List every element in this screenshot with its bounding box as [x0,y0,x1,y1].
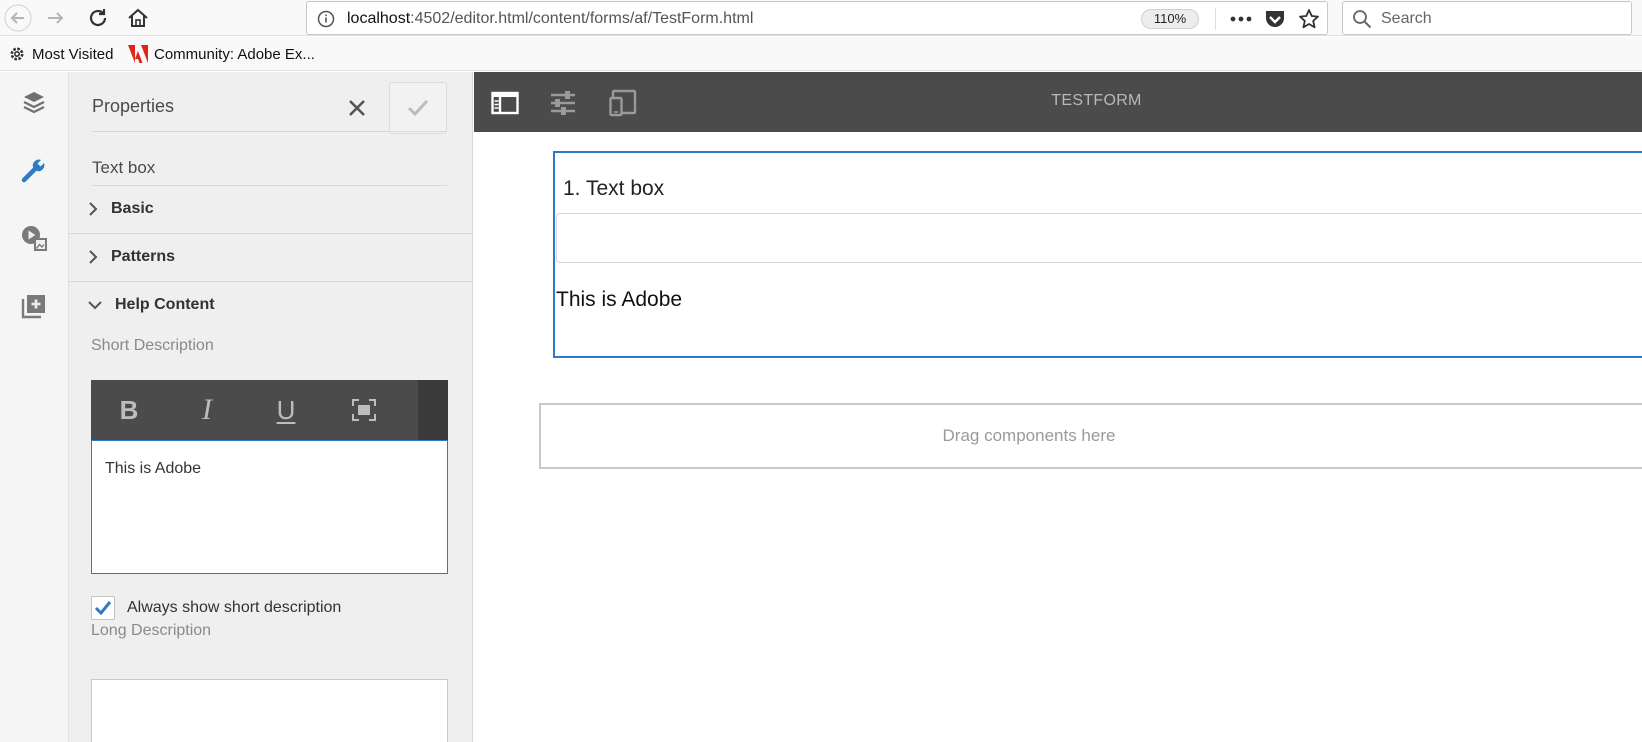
info-icon[interactable] [317,10,335,28]
selected-component-name: Text box [92,158,156,177]
selected-text-box-component[interactable]: 1. Text box This is Adobe [553,151,1642,358]
layers-icon [23,92,45,114]
rich-text-toolbar: B I U [91,380,448,440]
form-title: TESTFORM [1051,92,1142,109]
accordion-basic[interactable]: Basic [87,195,154,223]
bookmarks-bar: Most Visited Community: Adobe Ex... [0,37,1642,71]
forward-button[interactable] [42,4,70,32]
home-icon [128,8,148,27]
reload-button[interactable] [84,4,112,32]
close-icon [349,100,365,116]
add-component-icon [21,295,45,319]
bold-button[interactable]: B [109,392,149,428]
divider [92,185,447,186]
bookmark-star-button[interactable] [1297,7,1321,31]
pocket-icon [1266,11,1284,27]
browser-search-box[interactable] [1342,1,1632,35]
bookmark-adobe-community[interactable]: Community: Adobe Ex... [128,45,315,63]
accordion-label: Help Content [115,296,215,313]
fullscreen-icon [352,399,376,421]
underline-button[interactable]: U [266,392,306,428]
panel-title: Properties [92,96,175,116]
properties-button[interactable] [18,154,50,186]
text-box-input[interactable] [556,213,1642,263]
back-arrow-icon [4,4,32,32]
back-button[interactable] [4,4,32,32]
checkmark-icon [407,99,429,117]
short-description-label: Short Description [91,337,214,354]
italic-button[interactable]: I [187,392,227,428]
search-icon [1353,10,1372,29]
gear-icon [10,47,24,61]
adobe-logo-icon [128,45,148,63]
content-tree-button[interactable] [18,86,50,118]
accordion-label: Basic [111,200,154,217]
long-description-editor[interactable] [91,679,448,742]
chevron-right-icon [89,202,98,216]
browser-toolbar: localhost:4502/editor.html/content/forms… [0,0,1642,36]
side-rail [0,72,69,742]
bookmark-label: Community: Adobe Ex... [154,45,315,63]
divider [69,233,473,234]
wrench-icon [21,159,45,183]
accordion-patterns[interactable]: Patterns [87,243,175,271]
always-show-label: Always show short description [127,599,342,616]
form-canvas: 1. Text box This is Adobe Drag component… [474,132,1642,742]
address-bar[interactable]: localhost:4502/editor.html/content/forms… [306,1,1328,35]
accordion-label: Patterns [111,248,176,265]
long-description-label: Long Description [91,622,212,639]
components-button[interactable] [18,290,50,322]
assets-button[interactable] [18,222,50,254]
pocket-button[interactable] [1263,7,1287,31]
rich-text-toolbar-end [418,380,448,440]
bookmark-most-visited[interactable]: Most Visited [8,45,113,63]
checkbox-box[interactable] [91,596,115,620]
checkmark-icon [94,601,112,616]
properties-panel: Properties Text box Basic Patterns Help … [69,72,473,742]
text-box-label: 1. Text box [563,177,665,200]
bookmark-label: Most Visited [32,45,114,63]
home-button[interactable] [124,4,152,32]
url-path: :4502/editor.html/content/forms/af/TestF… [410,10,754,27]
drop-zone-label: Drag components here [942,426,1116,445]
short-description-editor[interactable]: This is Adobe [91,440,448,574]
drag-components-drop-zone[interactable]: Drag components here [539,403,1642,469]
more-dots-icon [1230,16,1252,22]
fullscreen-button[interactable] [344,392,384,428]
always-show-checkbox[interactable]: Always show short description [91,596,341,620]
close-button[interactable] [341,92,373,124]
zoom-level-badge[interactable]: 110% [1141,9,1199,29]
divider [69,281,473,282]
done-button[interactable] [389,82,447,134]
url-separator [1215,8,1216,30]
text-box-short-description: This is Adobe [556,288,683,311]
page-actions-button[interactable] [1229,7,1253,31]
star-icon [1299,9,1319,29]
chevron-down-icon [88,301,102,310]
chevron-right-icon [89,250,98,264]
editor-toolbar: TESTFORM [474,72,1642,132]
search-input[interactable] [1381,8,1621,30]
url-host: localhost [347,10,411,27]
forward-arrow-icon [48,12,64,24]
url-text: localhost:4502/editor.html/content/forms… [347,10,753,28]
divider [92,131,447,132]
accordion-help-content[interactable]: Help Content [87,291,215,319]
reload-icon [89,9,107,27]
media-icon [22,226,47,251]
